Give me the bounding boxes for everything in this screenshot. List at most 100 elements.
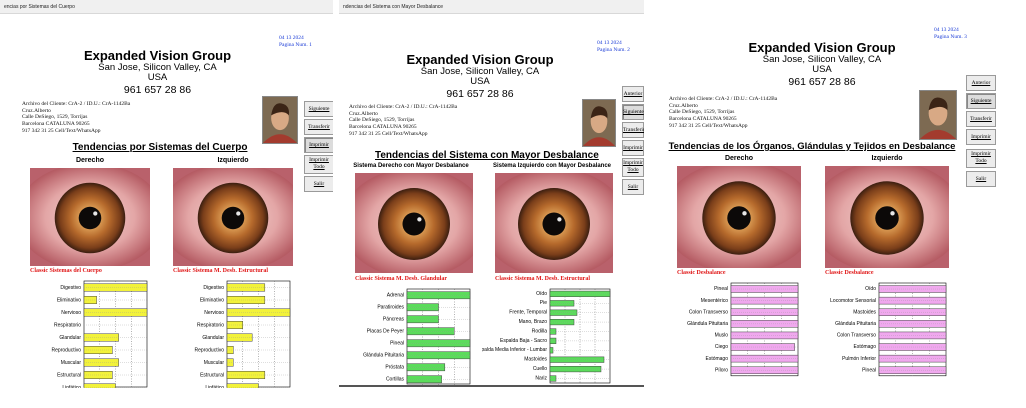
client-name: Cruz.Alberto bbox=[669, 102, 698, 109]
reflection bbox=[93, 211, 98, 216]
company-name: Expanded Vision Group bbox=[83, 48, 232, 63]
bar bbox=[83, 308, 148, 317]
exit-button[interactable]: Salir bbox=[304, 176, 333, 192]
report-page-2: ndencias del Sistema con Mayor Desbalanc… bbox=[339, 0, 644, 408]
right-iris-image bbox=[677, 166, 801, 268]
print-all-button[interactable]: Imprimir Todo bbox=[622, 158, 644, 177]
category-label: Colon Transverso bbox=[689, 309, 728, 315]
category-label: Cortillas bbox=[386, 376, 405, 382]
client-street: Calle DeSiego, 1529, Torrijas bbox=[349, 117, 415, 124]
category-label: Respiratorio bbox=[54, 322, 81, 328]
bar-chart-svg: Oído Pie Frente, Temporal Mano, Brazo Rodill… bbox=[482, 288, 611, 384]
report-date: 04 13 2024 bbox=[934, 27, 959, 33]
client-city: Barcelona CATALUNA 90265 bbox=[349, 124, 417, 131]
pupil bbox=[78, 206, 102, 230]
right-eye-heading: Derecho bbox=[75, 157, 104, 164]
print-button[interactable]: Imprimir bbox=[304, 137, 333, 153]
reflection bbox=[236, 211, 241, 216]
category-label: Respiratorio bbox=[197, 322, 224, 328]
left-eye-heading: Izquierdo bbox=[217, 157, 249, 164]
category-label: Mastoides bbox=[853, 309, 876, 315]
category-label: Oído bbox=[536, 291, 547, 297]
category-label: Próstata bbox=[385, 364, 404, 370]
left-eye-heading: Izquierdo bbox=[871, 155, 903, 162]
category-label: Muscular bbox=[204, 360, 225, 366]
transfer-button[interactable]: Transferir bbox=[966, 111, 996, 127]
print-button[interactable]: Imprimir bbox=[966, 129, 996, 145]
section-title: Tendencias por Sistemas del Cuerpo bbox=[72, 142, 248, 153]
next-button[interactable]: Siguiente bbox=[622, 104, 644, 120]
window-title: ndencias del Sistema con Mayor Desbalanc… bbox=[339, 0, 644, 14]
category-label: Rodilla bbox=[532, 328, 548, 334]
previous-button[interactable]: Anterior bbox=[622, 86, 644, 102]
pupil bbox=[402, 212, 426, 236]
bar-chart-svg: Digestivo Eliminativo Nervioso Respiratorio… bbox=[52, 280, 148, 388]
page-number: Pagina Num. 2 bbox=[597, 46, 630, 53]
window-title: encias por Sistemas del Cuerpo bbox=[0, 0, 333, 14]
bar bbox=[83, 358, 119, 367]
bar-chart-svg: Digestivo Eliminativo Nervioso Respiratorio… bbox=[195, 280, 291, 388]
right-chart-title: Classic Desbalance bbox=[677, 270, 726, 276]
iris-graphic bbox=[825, 166, 949, 268]
category-label: Glándula Pituitaria bbox=[687, 321, 728, 327]
bar bbox=[406, 291, 471, 300]
client-archive: Archivo del Cliente: CrA-2 / ID.U.: CrA-… bbox=[22, 101, 131, 107]
date-block: 04 13 2024 Pagina Num. 3 bbox=[934, 27, 967, 41]
client-photo bbox=[919, 90, 957, 140]
reflection bbox=[417, 217, 422, 222]
left-iris-image bbox=[825, 166, 949, 268]
print-all-button[interactable]: Imprimir Todo bbox=[304, 155, 333, 174]
reflection bbox=[557, 217, 562, 222]
bar bbox=[226, 346, 234, 354]
category-label: Estómago bbox=[853, 344, 876, 350]
bar bbox=[549, 366, 602, 373]
bar-chart-svg: Pineal Mesentérico Colon Transverso Glándul… bbox=[687, 282, 799, 377]
category-label: Espalda Media Inferior - Lumbar bbox=[482, 347, 547, 353]
client-contact: 917 342 31 25 Cell/Text/WhatsApp bbox=[349, 130, 428, 137]
pupil bbox=[727, 206, 751, 230]
bar bbox=[83, 283, 148, 292]
next-button[interactable]: Siguiente bbox=[304, 101, 333, 117]
client-street: Calle DeSiego, 1529, Torrijas bbox=[22, 114, 88, 121]
category-label: Espalda Baja - Sacro bbox=[500, 338, 547, 344]
left-chart-title: Classic Sistema M. Desb. Estructural bbox=[173, 268, 268, 274]
previous-button[interactable]: Anterior bbox=[966, 75, 996, 91]
page-number: Pagina Num. 1 bbox=[279, 41, 312, 48]
transfer-button[interactable]: Transferir bbox=[304, 119, 333, 135]
left-iris-image bbox=[173, 168, 293, 266]
client-city: Barcelona CATALUNA 90265 bbox=[22, 121, 90, 128]
client-street: Calle DeSiego, 1529, Torrijas bbox=[669, 109, 735, 116]
next-button[interactable]: Siguiente bbox=[966, 93, 996, 109]
right-eye-heading: Sistema Derecho con Mayor Desbalance bbox=[353, 163, 469, 169]
pupil bbox=[542, 212, 566, 236]
pupil bbox=[221, 206, 245, 230]
left-chart-title: Classic Desbalance bbox=[825, 270, 874, 276]
right-iris-image bbox=[30, 168, 150, 266]
print-button[interactable]: Imprimir bbox=[622, 140, 644, 156]
category-label: Locomotor Sensorial bbox=[830, 298, 876, 304]
company-phone: 961 657 28 86 bbox=[788, 75, 856, 88]
category-label: Digestivo bbox=[60, 285, 81, 291]
right-organ-chart: Pineal Mesentérico Colon Transverso Glándul… bbox=[669, 280, 801, 380]
transfer-button[interactable]: Transferir bbox=[622, 122, 644, 138]
client-city: Barcelona CATALUNA 90265 bbox=[669, 116, 737, 123]
pupil bbox=[875, 206, 899, 230]
category-label: Digestivo bbox=[203, 285, 224, 291]
company-header: Expanded Vision Group San Jose, Silicon … bbox=[80, 49, 235, 96]
exit-button[interactable]: Salir bbox=[966, 171, 996, 187]
category-label: Pineal bbox=[714, 286, 728, 292]
category-label: Colon Transverso bbox=[837, 333, 876, 339]
bar bbox=[226, 308, 291, 317]
category-label: Ciego bbox=[715, 344, 728, 350]
category-label: Mastoides bbox=[524, 357, 547, 363]
bar bbox=[226, 358, 234, 367]
category-label: Glandular bbox=[59, 335, 81, 341]
exit-button[interactable]: Salir bbox=[622, 179, 644, 195]
date-block: 04 13 2024 Pagina Num. 1 bbox=[279, 35, 312, 49]
client-info: Archivo del Cliente: CrA-2 / ID.U.: CrA-… bbox=[22, 101, 130, 135]
report-page-3: Expanded Vision Group San Jose, Silicon … bbox=[651, 0, 1026, 408]
bar bbox=[406, 339, 471, 348]
left-system-chart: Oído Pie Frente, Temporal Mano, Brazo Rodill… bbox=[482, 286, 613, 385]
print-all-button[interactable]: Imprimir Todo bbox=[966, 149, 996, 168]
right-system-chart: Adrenal Paratiroides Páncreas Placas De Pey… bbox=[347, 286, 473, 385]
